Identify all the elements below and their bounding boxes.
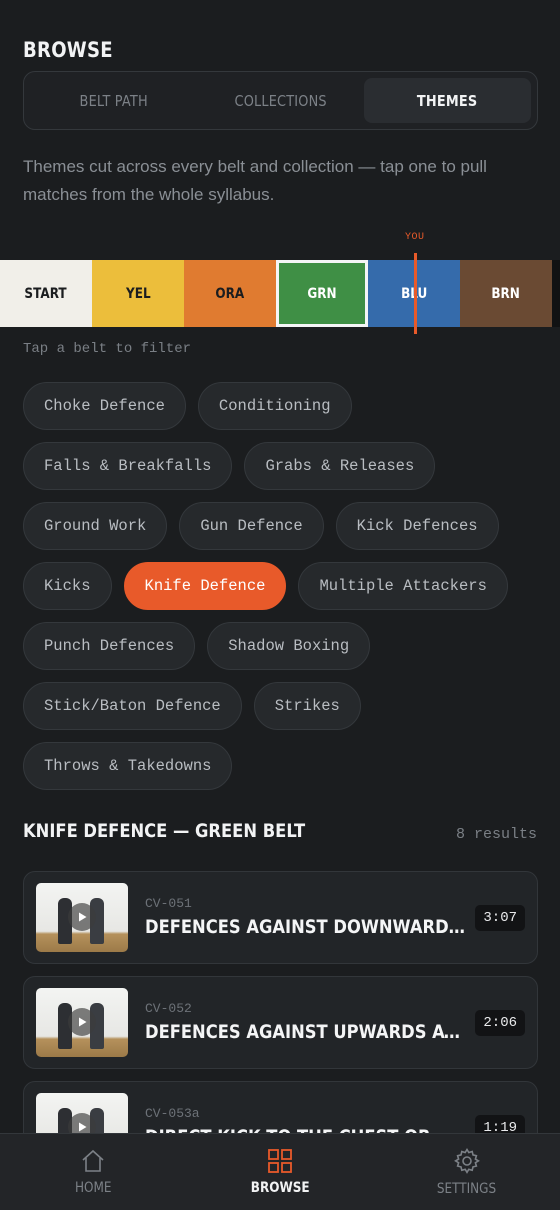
belt-green[interactable]: GRN bbox=[276, 260, 368, 327]
video-title: DEFENCES AGAINST DOWNWARD STABS bbox=[145, 916, 468, 938]
video-code: CV-052 bbox=[145, 1001, 192, 1016]
theme-chip[interactable]: Punch Defences bbox=[23, 622, 196, 670]
nav-browse-label: BROWSE bbox=[250, 1180, 310, 1196]
theme-chips: Choke Defence Conditioning Falls & Break… bbox=[23, 382, 538, 790]
nav-browse[interactable]: BROWSE bbox=[187, 1134, 374, 1210]
video-thumbnail bbox=[36, 883, 128, 952]
theme-chip[interactable]: Conditioning bbox=[197, 382, 352, 430]
bottom-navigation: HOME BROWSE SETTINGS bbox=[0, 1133, 560, 1210]
nav-settings-label: SETTINGS bbox=[437, 1181, 497, 1197]
home-icon bbox=[82, 1149, 104, 1172]
browse-mode-tabs: BELT PATH COLLECTIONS THEMES bbox=[23, 71, 538, 130]
theme-chip[interactable]: Falls & Breakfalls bbox=[23, 442, 233, 490]
theme-chip[interactable]: Throws & Takedowns bbox=[23, 742, 233, 790]
you-marker bbox=[414, 253, 417, 334]
video-title: DEFENCES AGAINST UPWARDS ATTACKS bbox=[145, 1021, 468, 1043]
video-thumbnail bbox=[36, 988, 128, 1057]
video-code: CV-051 bbox=[145, 896, 192, 911]
belt-orange[interactable]: ORA bbox=[184, 260, 276, 327]
nav-home[interactable]: HOME bbox=[0, 1134, 187, 1210]
results-count: 8 results bbox=[455, 826, 537, 843]
theme-chip[interactable]: Grabs & Releases bbox=[244, 442, 436, 490]
play-icon bbox=[68, 903, 96, 931]
theme-chip[interactable]: Stick/Baton Defence bbox=[23, 682, 242, 730]
nav-settings[interactable]: SETTINGS bbox=[373, 1134, 560, 1210]
belt-brown[interactable]: BRN bbox=[460, 260, 552, 327]
you-label: YOU bbox=[405, 232, 425, 243]
theme-chip[interactable]: Ground Work bbox=[23, 502, 168, 550]
video-card[interactable]: CV-052 DEFENCES AGAINST UPWARDS ATTACKS … bbox=[23, 976, 538, 1069]
video-card[interactable]: CV-051 DEFENCES AGAINST DOWNWARD STABS 3… bbox=[23, 871, 538, 964]
tab-collections[interactable]: COLLECTIONS bbox=[197, 78, 364, 123]
belt-black[interactable] bbox=[552, 260, 560, 327]
theme-chip[interactable]: Multiple Attackers bbox=[298, 562, 508, 610]
play-icon bbox=[68, 1008, 96, 1036]
theme-chip[interactable]: Kick Defences bbox=[335, 502, 499, 550]
belt-yellow[interactable]: YEL bbox=[92, 260, 184, 327]
theme-chip[interactable]: Shadow Boxing bbox=[207, 622, 371, 670]
belt-track: START YEL ORA GRN BLU BRN bbox=[0, 260, 560, 327]
theme-chip[interactable]: Choke Defence bbox=[23, 382, 186, 430]
results-title: KNIFE DEFENCE — GREEN BELT bbox=[23, 820, 306, 842]
belt-start[interactable]: START bbox=[0, 260, 92, 327]
video-duration: 2:06 bbox=[475, 1010, 525, 1036]
belt-filter-hint: Tap a belt to filter bbox=[23, 341, 192, 357]
page-title: BROWSE bbox=[23, 38, 113, 62]
theme-chip[interactable]: Gun Defence bbox=[179, 502, 324, 550]
video-code: CV-053a bbox=[145, 1106, 200, 1121]
gear-icon bbox=[453, 1147, 480, 1174]
tab-themes[interactable]: THEMES bbox=[364, 78, 531, 123]
theme-chip[interactable]: Strikes bbox=[253, 682, 361, 730]
grid-icon bbox=[268, 1149, 292, 1173]
themes-description: Themes cut across every belt and collect… bbox=[23, 157, 487, 204]
theme-chip[interactable]: Kicks bbox=[23, 562, 112, 610]
tab-belt-path[interactable]: BELT PATH bbox=[30, 78, 197, 123]
video-duration: 3:07 bbox=[475, 905, 525, 931]
nav-home-label: HOME bbox=[75, 1180, 112, 1196]
theme-chip-selected[interactable]: Knife Defence bbox=[123, 562, 287, 610]
